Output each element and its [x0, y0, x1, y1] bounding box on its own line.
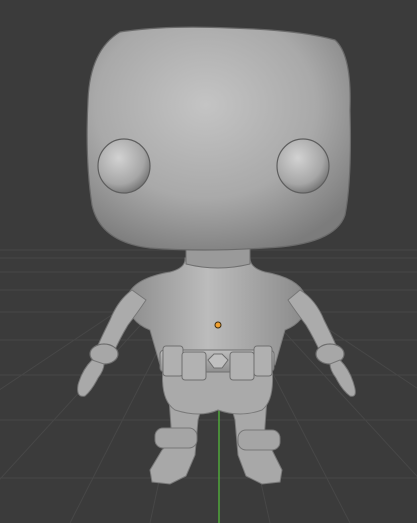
funko-model[interactable] — [77, 26, 356, 485]
viewport-canvas[interactable] — [0, 0, 417, 523]
object-origin-dot[interactable] — [214, 321, 222, 329]
right-hand — [329, 359, 356, 397]
right-boot-cuff — [237, 429, 281, 451]
left-eye — [97, 138, 151, 194]
left-hand — [77, 359, 105, 397]
torso — [127, 257, 307, 366]
3d-viewport[interactable] — [0, 0, 417, 523]
left-boot-cuff — [154, 427, 198, 449]
right-eye — [276, 138, 330, 194]
